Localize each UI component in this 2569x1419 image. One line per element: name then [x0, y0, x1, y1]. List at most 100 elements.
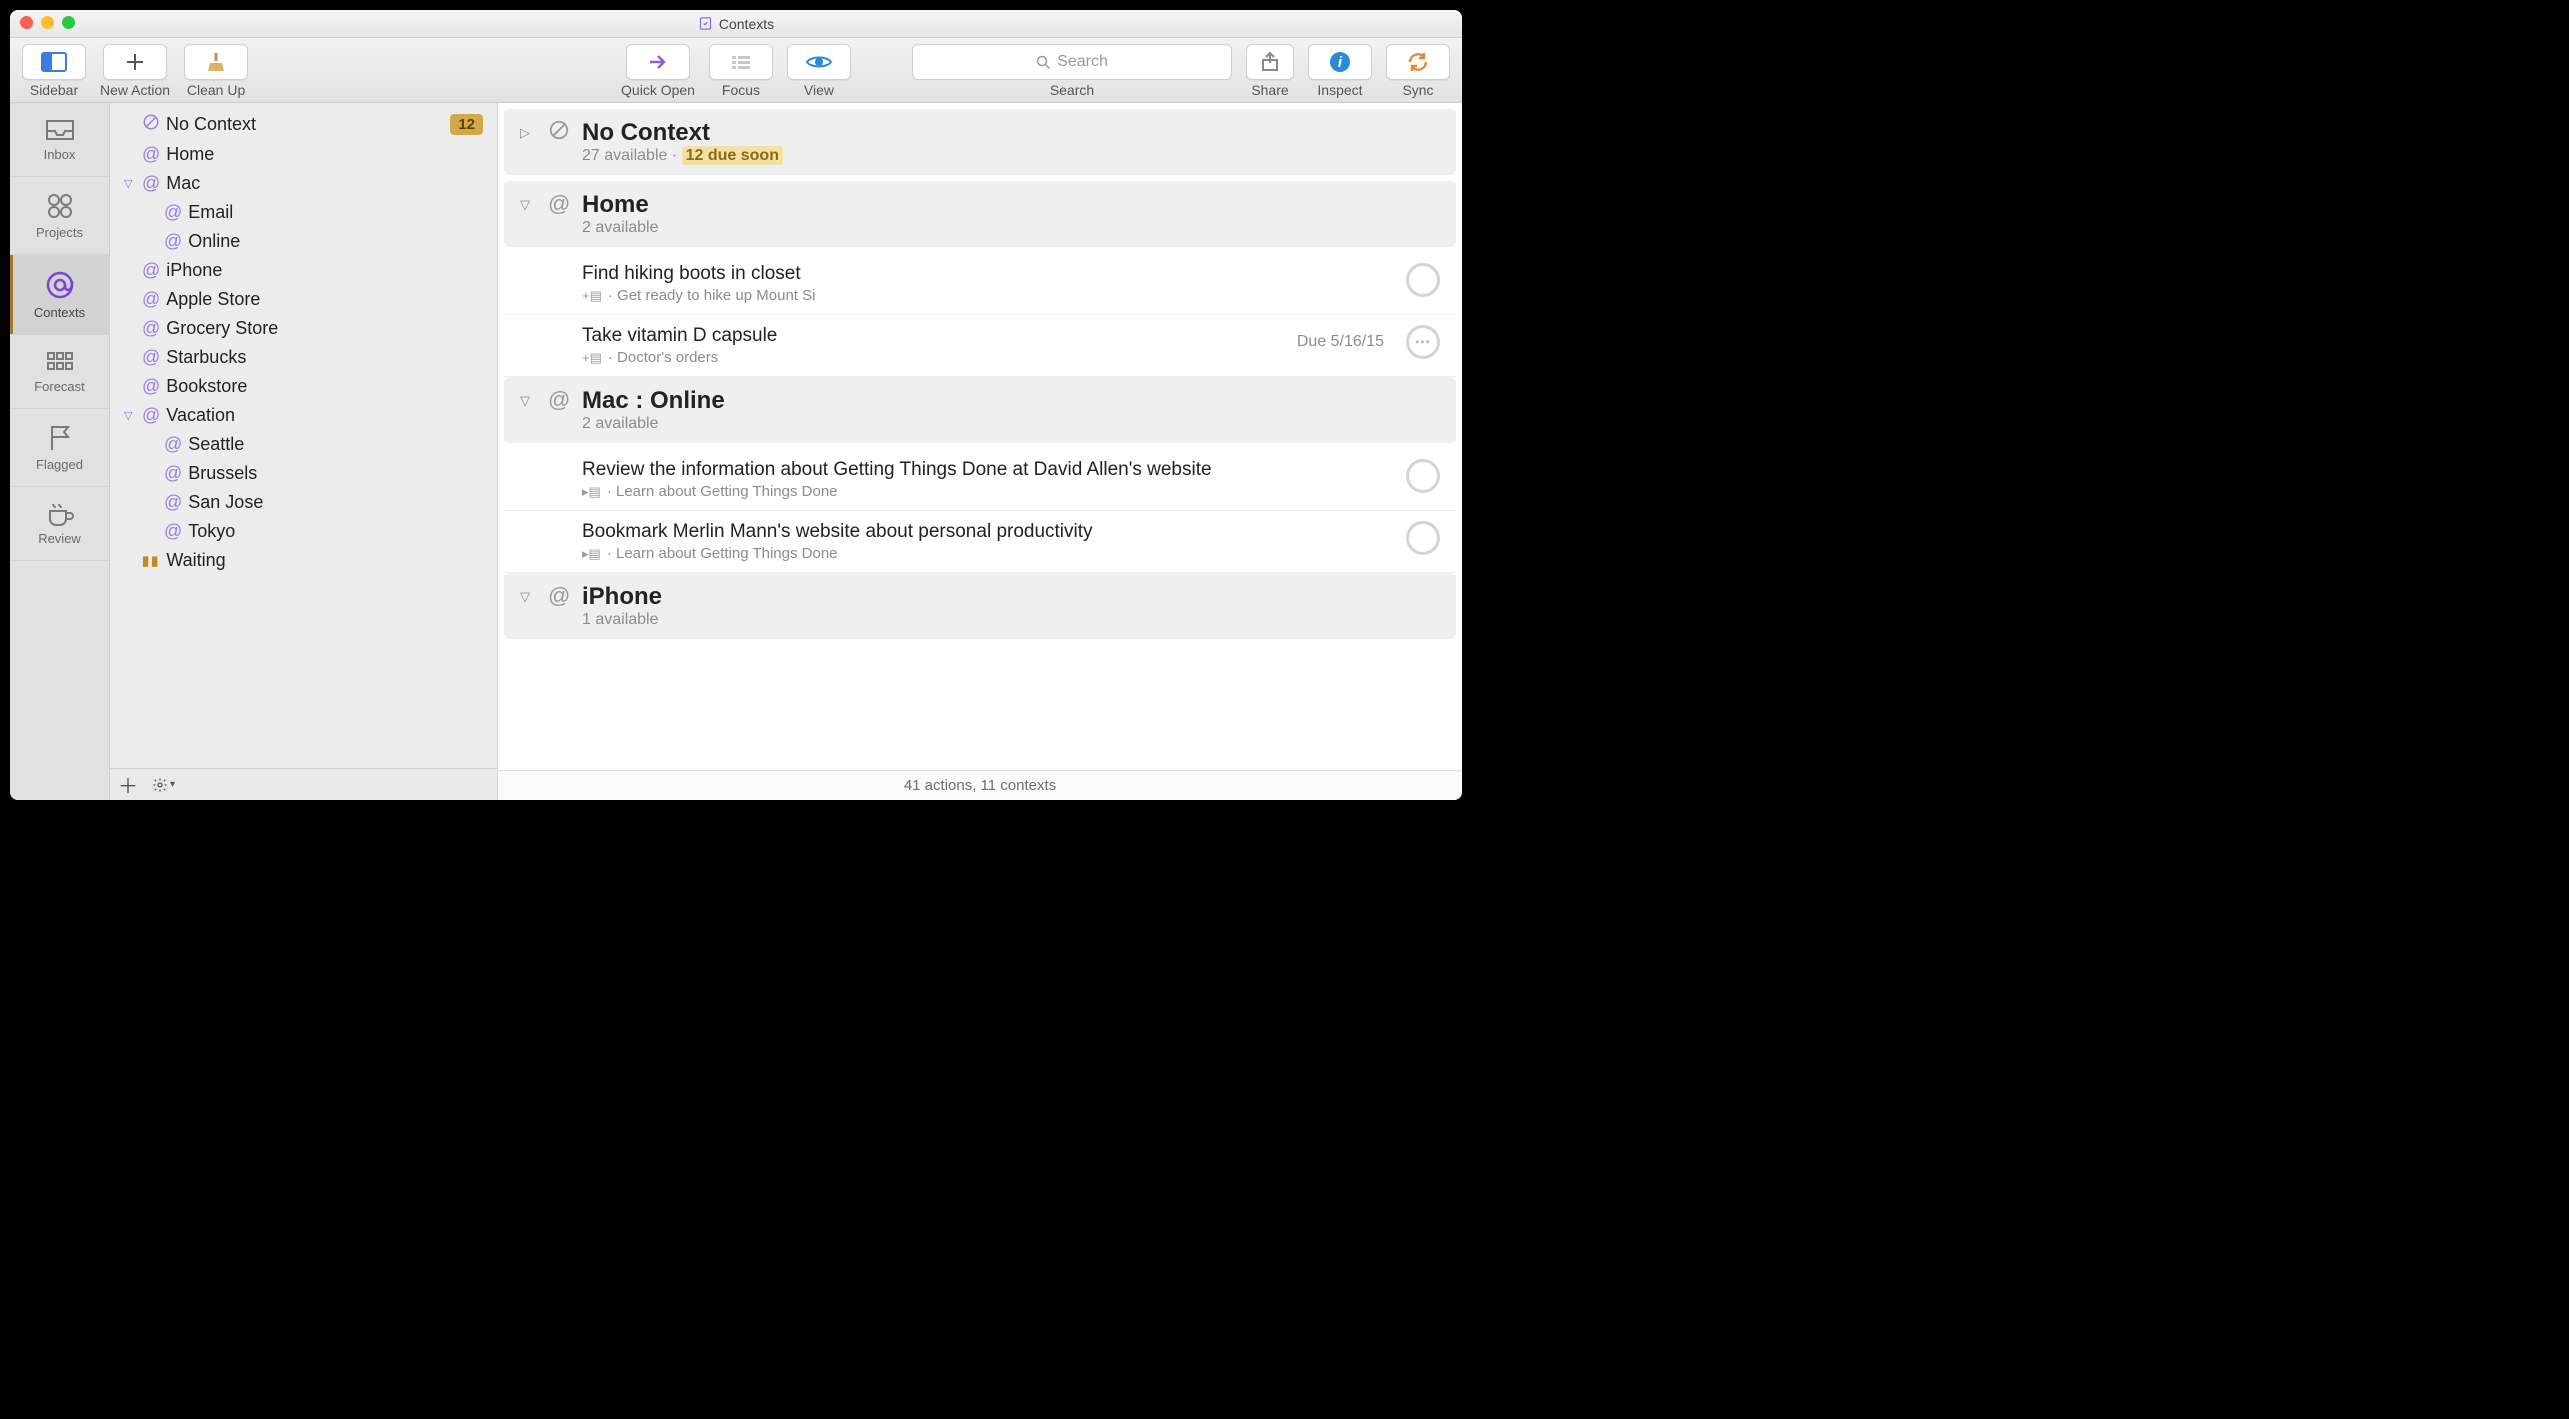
rail-contexts[interactable]: Contexts	[10, 255, 109, 335]
sidebar-button[interactable]	[22, 44, 86, 80]
context-item[interactable]: @Tokyo	[110, 517, 497, 546]
section-header[interactable]: ▷ No Context27 available · 12 due soon	[504, 109, 1456, 175]
rail-forecast[interactable]: Forecast	[10, 335, 109, 409]
task-row[interactable]: Review the information about Getting Thi…	[504, 449, 1456, 511]
view-button[interactable]	[787, 44, 851, 80]
section-subtitle: 1 available	[582, 611, 662, 629]
task-checkbox[interactable]	[1406, 459, 1440, 493]
section-header[interactable]: ▽ @ Home2 available	[504, 181, 1456, 247]
at-icon: @	[142, 144, 160, 165]
sync-button[interactable]	[1386, 44, 1450, 80]
context-item[interactable]: @ Home	[110, 140, 497, 169]
context-name: Online	[188, 231, 240, 252]
section-disclosure[interactable]: ▷	[520, 119, 536, 141]
at-icon: @	[142, 260, 160, 281]
titlebar: Contexts	[10, 10, 1462, 38]
minimize-button[interactable]	[41, 16, 54, 29]
context-item[interactable]: ▮▮Waiting	[110, 546, 497, 575]
context-name: Seattle	[188, 434, 244, 455]
inbox-icon	[44, 117, 76, 143]
coffee-icon	[45, 501, 75, 527]
context-item[interactable]: @Apple Store	[110, 285, 497, 314]
add-context-button[interactable]: ＋	[118, 770, 138, 799]
section-header[interactable]: ▽@iPhone1 available	[504, 573, 1456, 639]
section-disclosure[interactable]: ▽	[520, 583, 536, 605]
context-settings-button[interactable]: ▾	[152, 777, 175, 793]
context-item[interactable]: @Seattle	[110, 430, 497, 459]
pause-icon: ▮▮	[142, 553, 160, 569]
focus-button[interactable]	[709, 44, 773, 80]
clean-up-button[interactable]	[184, 44, 248, 80]
task-checkbox[interactable]	[1406, 263, 1440, 297]
rail-flagged[interactable]: Flagged	[10, 409, 109, 487]
search-icon	[1036, 55, 1051, 70]
section-header[interactable]: ▽@Mac : Online2 available	[504, 377, 1456, 443]
section-title: iPhone	[582, 583, 662, 611]
at-icon: @	[164, 202, 182, 223]
zoom-button[interactable]	[62, 16, 75, 29]
at-icon: @	[164, 463, 182, 484]
section-subtitle: 2 available	[582, 219, 659, 237]
section-subtitle: 27 available · 12 due soon	[582, 147, 783, 165]
context-sidebar: No Context12@Home▽@Mac@Email@Online@iPho…	[110, 103, 498, 800]
sync-label: Sync	[1402, 82, 1433, 98]
toolbar: Sidebar New Action Clean Up Quick Ope	[10, 38, 1462, 103]
context-item[interactable]: @San Jose	[110, 488, 497, 517]
context-item[interactable]: @Starbucks	[110, 343, 497, 372]
contexts-title-icon	[698, 16, 713, 31]
context-item[interactable]: @ iPhone	[110, 256, 497, 285]
flag-icon	[47, 423, 73, 453]
task-checkbox[interactable]	[1406, 521, 1440, 555]
context-item[interactable]: @Grocery Store	[110, 314, 497, 343]
list-icon	[729, 53, 753, 71]
forecast-icon	[45, 349, 75, 375]
task-row[interactable]: Take vitamin D capsule+▤ · Doctor's orde…	[504, 315, 1456, 377]
context-name: Brussels	[188, 463, 257, 484]
section-disclosure[interactable]: ▽	[520, 191, 536, 213]
task-row[interactable]: Find hiking boots in closet+▤ · Get read…	[504, 253, 1456, 315]
task-checkbox[interactable]	[1406, 325, 1440, 359]
at-icon	[44, 269, 76, 301]
share-button[interactable]	[1246, 44, 1294, 80]
status-text: 41 actions, 11 contexts	[904, 777, 1056, 794]
context-item[interactable]: No Context12	[110, 109, 497, 140]
context-sidebar-footer: ＋ ▾	[110, 768, 497, 800]
broom-icon	[205, 51, 227, 73]
no-context-icon	[142, 113, 160, 136]
context-item[interactable]: ▽@Mac	[110, 169, 497, 198]
info-icon: i	[1329, 51, 1351, 73]
context-item[interactable]: ▽@Vacation	[110, 401, 497, 430]
at-icon: @	[142, 376, 160, 397]
new-action-label: New Action	[100, 82, 170, 98]
task-title: Review the information about Getting Thi…	[582, 459, 1396, 481]
eye-icon	[805, 53, 833, 71]
rail-review[interactable]: Review	[10, 487, 109, 561]
context-item[interactable]: @ Email	[110, 198, 497, 227]
inspect-button[interactable]: i	[1308, 44, 1372, 80]
context-name: Mac	[166, 173, 200, 194]
close-button[interactable]	[20, 16, 33, 29]
search-input[interactable]: Search	[912, 44, 1232, 80]
task-row[interactable]: Bookmark Merlin Mann's website about per…	[504, 511, 1456, 573]
section-title: Home	[582, 191, 659, 219]
context-sidebar-list[interactable]: No Context12@Home▽@Mac@Email@Online@iPho…	[110, 103, 497, 768]
section-disclosure[interactable]: ▽	[520, 387, 536, 409]
context-name: Home	[166, 144, 214, 165]
at-icon: @	[142, 318, 160, 339]
new-action-button[interactable]	[103, 44, 167, 80]
rail-inbox[interactable]: Inbox	[10, 103, 109, 177]
quick-open-label: Quick Open	[621, 82, 695, 98]
section-title: No Context	[582, 119, 783, 147]
disclosure-triangle[interactable]: ▽	[124, 409, 136, 422]
gear-icon	[152, 777, 168, 793]
rail-projects[interactable]: Projects	[10, 177, 109, 255]
context-item[interactable]: @Online	[110, 227, 497, 256]
context-name: iPhone	[166, 260, 222, 281]
quick-open-button[interactable]	[626, 44, 690, 80]
disclosure-triangle[interactable]: ▽	[124, 177, 136, 190]
context-item[interactable]: @Bookstore	[110, 372, 497, 401]
at-icon: @	[164, 492, 182, 513]
context-item[interactable]: @ Brussels	[110, 459, 497, 488]
at-icon: @	[548, 191, 570, 217]
context-name: Email	[188, 202, 233, 223]
